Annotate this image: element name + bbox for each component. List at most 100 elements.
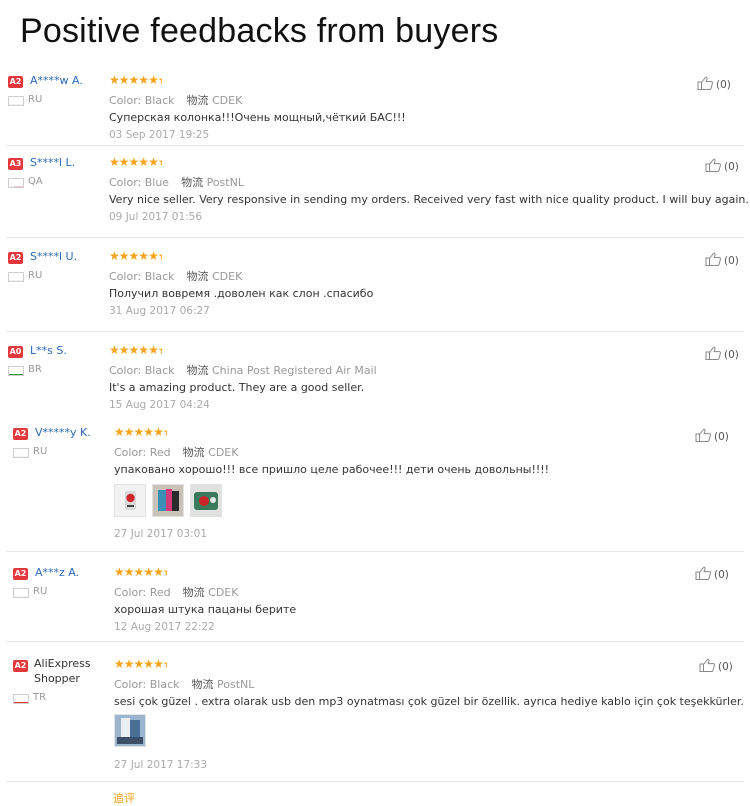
color-value: Black	[149, 678, 180, 691]
buyer-level-badge: A2	[8, 76, 23, 88]
star-icon: ★	[118, 343, 130, 357]
review-photo-thumbnail[interactable]	[114, 714, 146, 747]
logistics-value: PostNL	[217, 678, 255, 691]
review-item: A0 L**s S. BR ★★★★★★ Color: Black 物流 China Po…	[0, 338, 750, 416]
color-label: Color:	[114, 586, 147, 599]
thumbs-up-icon[interactable]	[705, 346, 724, 363]
buyer-name[interactable]: S****l L.	[30, 156, 75, 169]
logistics-label: 物流	[181, 176, 204, 189]
helpful-button[interactable]: (0)	[697, 76, 731, 93]
thumbs-up-icon[interactable]	[699, 658, 718, 675]
color-value: Black	[144, 364, 175, 377]
buyer-name[interactable]: A***z A.	[35, 566, 79, 579]
brazil-flag-icon	[8, 366, 24, 376]
review-text: Суперская колонка!!!Очень мощный,чёткий …	[109, 111, 406, 124]
country-code: RU	[33, 446, 48, 457]
star-icon: ★	[158, 73, 162, 87]
helpful-button[interactable]: (0)	[705, 346, 739, 363]
sku-info: Color: Red 物流 CDEK	[114, 584, 238, 600]
buyer-name[interactable]: V*****y K.	[35, 426, 91, 439]
star-icon: ★	[114, 425, 125, 439]
helpful-button[interactable]: (0)	[705, 252, 739, 269]
star-icon: ★	[118, 73, 130, 87]
buyer-level-badge: A3	[8, 158, 23, 170]
color-value: Black	[144, 270, 175, 283]
star-rating: ★★★★★★	[114, 425, 167, 439]
review-divider	[6, 145, 744, 146]
star-icon: ★	[109, 155, 120, 169]
helpful-count: (0)	[724, 254, 739, 267]
follow-up-label: 追评	[113, 792, 135, 805]
country-code: RU	[28, 94, 43, 105]
country-code: BR	[28, 364, 42, 375]
review-item: A2 A***z A. RU ★★★★★★ Color: Red 物流 CDEK хорош…	[0, 560, 750, 642]
color-value: Red	[149, 586, 171, 599]
review-photo-thumbnail[interactable]	[152, 484, 184, 517]
thumbs-up-icon[interactable]	[705, 252, 724, 269]
sku-info: Color: Black 物流 China Post Registered Air…	[109, 362, 377, 378]
helpful-count: (0)	[718, 660, 733, 673]
sku-info: Color: Black 物流 CDEK	[109, 92, 242, 108]
helpful-button[interactable]: (0)	[695, 566, 729, 583]
star-rating: ★★★★★★	[109, 343, 162, 357]
thumbs-up-icon[interactable]	[697, 76, 716, 93]
logistics-value: PostNL	[206, 176, 244, 189]
star-icon: ★	[109, 249, 120, 263]
color-value: Blue	[144, 176, 170, 189]
buyer-name[interactable]: S****l U.	[30, 250, 77, 263]
thumbs-up-icon[interactable]	[695, 566, 714, 583]
review-photo-thumbnail[interactable]	[114, 484, 146, 517]
logistics-label: 物流	[182, 586, 205, 599]
review-item: A2 A****w A. RU ★★★★★★ Color: Black 物流 CDEK Су…	[0, 68, 750, 146]
star-icon: ★	[148, 343, 159, 357]
review-text: sesi çok güzel . extra olarak usb den mp…	[114, 695, 744, 708]
qatar-flag-icon	[8, 178, 24, 188]
logistics-value: CDEK	[208, 446, 239, 459]
helpful-button[interactable]: (0)	[699, 658, 733, 675]
review-divider	[6, 237, 744, 238]
buyer-name[interactable]: L**s S.	[30, 344, 67, 357]
russia-flag-icon	[8, 272, 24, 282]
star-icon: ★	[143, 565, 154, 579]
buyer-level-badge: A2	[8, 252, 23, 264]
star-icon: ★	[138, 249, 149, 263]
color-label: Color:	[109, 270, 142, 283]
review-photo-thumbnail[interactable]	[190, 484, 222, 517]
star-icon: ★	[118, 249, 130, 263]
thumbs-up-icon[interactable]	[695, 428, 714, 445]
thumbs-up-icon[interactable]	[705, 158, 724, 175]
russia-flag-icon	[8, 96, 24, 106]
star-icon: ★	[163, 657, 167, 671]
review-text: Very nice seller. Very responsive in sen…	[109, 193, 749, 206]
star-icon: ★	[163, 425, 167, 439]
star-icon: ★	[143, 425, 154, 439]
russia-flag-icon	[13, 588, 29, 598]
star-icon: ★	[133, 565, 145, 579]
logistics-label: 物流	[186, 270, 209, 283]
review-date: 27 Jul 2017 17:33	[114, 759, 208, 771]
color-label: Color:	[114, 678, 147, 691]
star-icon: ★	[123, 565, 135, 579]
sku-info: Color: Blue 物流 PostNL	[109, 174, 244, 190]
review-divider	[6, 641, 744, 642]
color-value: Black	[144, 94, 175, 107]
logistics-value: CDEK	[212, 270, 243, 283]
country-code: RU	[33, 586, 48, 597]
star-icon: ★	[118, 155, 130, 169]
review-divider	[6, 331, 744, 332]
logistics-value: CDEK	[212, 94, 243, 107]
helpful-count: (0)	[714, 568, 729, 581]
country-code: QA	[28, 176, 43, 187]
star-icon: ★	[138, 73, 149, 87]
buyer-name[interactable]: A****w A.	[30, 74, 83, 87]
star-icon: ★	[143, 657, 154, 671]
buyer-level-badge: A2	[13, 660, 28, 672]
review-date: 15 Aug 2017 04:24	[109, 399, 210, 411]
helpful-count: (0)	[724, 348, 739, 361]
helpful-button[interactable]: (0)	[695, 428, 729, 445]
helpful-count: (0)	[714, 430, 729, 443]
star-icon: ★	[148, 155, 159, 169]
star-icon: ★	[133, 657, 145, 671]
helpful-button[interactable]: (0)	[705, 158, 739, 175]
star-rating: ★★★★★★	[114, 657, 167, 671]
